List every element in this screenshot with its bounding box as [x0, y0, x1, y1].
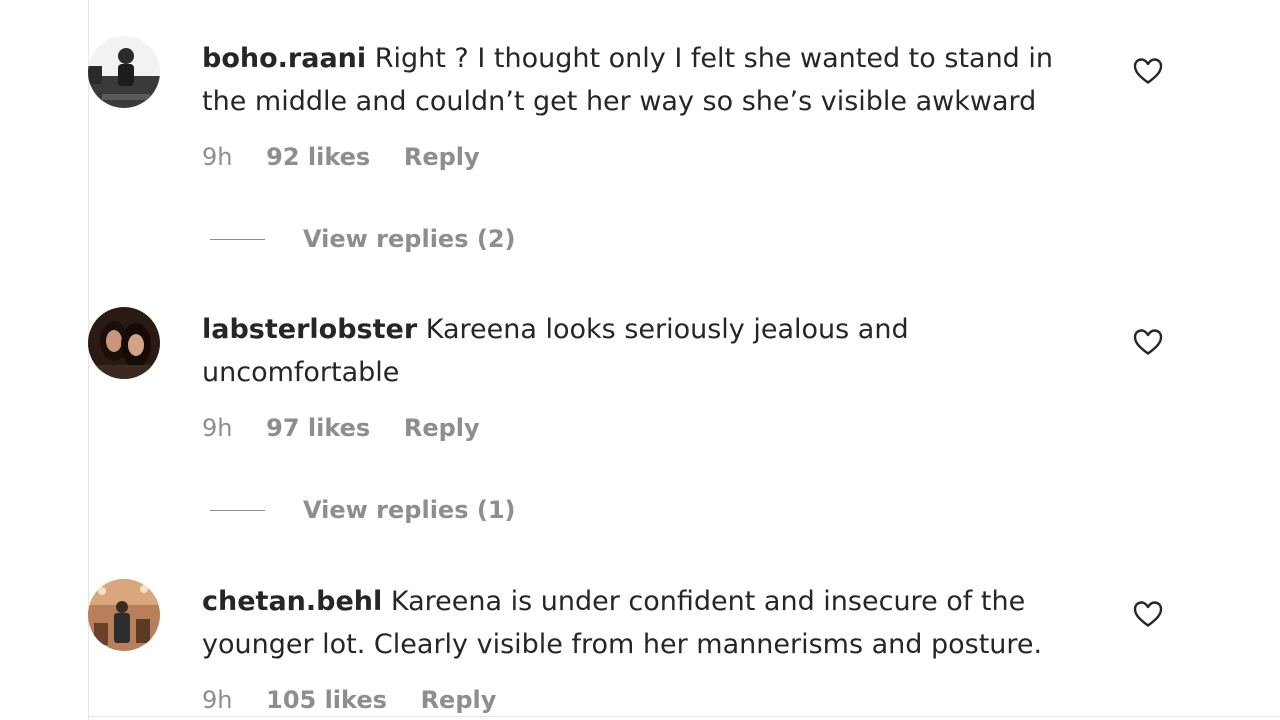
- comment-meta: 9h 97 likes Reply: [202, 414, 480, 442]
- view-replies-line: [210, 509, 265, 511]
- reply-button[interactable]: Reply: [404, 414, 480, 442]
- comments-panel: boho.raani Right ? I thought only I felt…: [0, 0, 1280, 720]
- view-replies-line: [210, 238, 265, 240]
- view-replies-label: View replies (1): [303, 496, 516, 524]
- heart-outline-icon[interactable]: [1133, 600, 1163, 628]
- comment-likes[interactable]: 92 likes: [266, 143, 370, 171]
- comment-likes[interactable]: 105 likes: [266, 686, 387, 714]
- comment-username[interactable]: labsterlobster: [202, 314, 417, 345]
- comment-body: chetan.behl Kareena is under confident a…: [202, 580, 1092, 666]
- comment-time: 9h: [202, 414, 233, 442]
- reply-button[interactable]: Reply: [421, 686, 497, 714]
- comment-meta: 9h 105 likes Reply: [202, 686, 496, 714]
- avatar[interactable]: [88, 579, 160, 651]
- comment-likes[interactable]: 97 likes: [266, 414, 370, 442]
- heart-outline-icon[interactable]: [1133, 57, 1163, 85]
- comment-meta: 9h 92 likes Reply: [202, 143, 480, 171]
- view-replies-button[interactable]: View replies (1): [210, 495, 515, 525]
- panel-bottom-border: [88, 716, 1280, 717]
- comment-time: 9h: [202, 686, 233, 714]
- reply-button[interactable]: Reply: [404, 143, 480, 171]
- view-replies-button[interactable]: View replies (2): [210, 224, 515, 254]
- comment-time: 9h: [202, 143, 233, 171]
- comment-username[interactable]: boho.raani: [202, 43, 366, 74]
- comment-body: boho.raani Right ? I thought only I felt…: [202, 37, 1092, 123]
- avatar[interactable]: [88, 36, 160, 108]
- comment-username[interactable]: chetan.behl: [202, 586, 382, 617]
- heart-outline-icon[interactable]: [1133, 328, 1163, 356]
- view-replies-label: View replies (2): [303, 225, 516, 253]
- avatar[interactable]: [88, 307, 160, 379]
- comment-body: labsterlobster Kareena looks seriously j…: [202, 308, 1092, 394]
